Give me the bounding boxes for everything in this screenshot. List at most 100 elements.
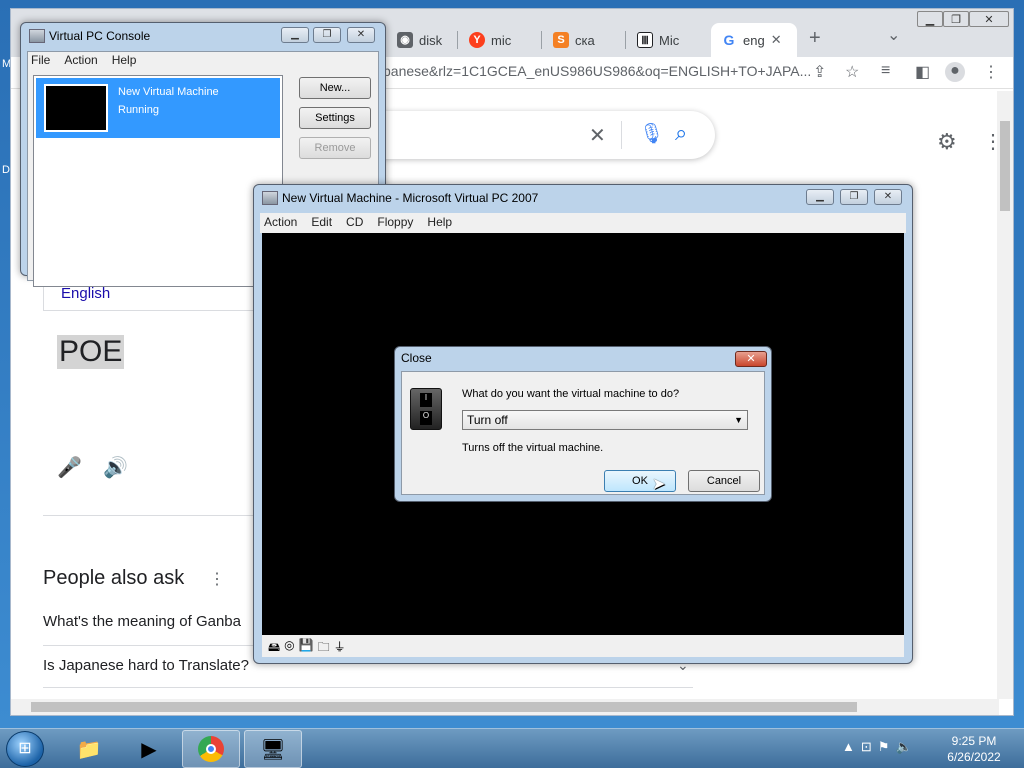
cancel-button[interactable]: Cancel	[688, 470, 760, 492]
share-icon[interactable]: ⇪	[813, 62, 826, 82]
tab-label: Mic	[659, 32, 680, 48]
floppy-icon[interactable]: 💾	[299, 638, 314, 654]
vm-status: Running	[118, 104, 159, 116]
shared-folder-icon[interactable]: 🗀	[318, 638, 330, 654]
voice-search-icon[interactable]: 🎙	[639, 121, 664, 146]
vm-thumbnail	[44, 84, 108, 132]
question-item[interactable]: Is Japanese hard to Translate?	[43, 657, 249, 674]
menu-icon[interactable]: ⋮	[983, 62, 999, 82]
menu-action[interactable]: Action	[64, 53, 97, 71]
menu-floppy[interactable]: Floppy	[377, 215, 413, 233]
menu-help[interactable]: Help	[112, 53, 137, 71]
volume-icon[interactable]: 🔈	[895, 739, 911, 755]
close-button[interactable]: ✕	[347, 27, 375, 43]
tab-search-button[interactable]: ⌄	[887, 25, 900, 45]
close-dialog: Close ✕ IO What do you want the virtual …	[394, 346, 772, 502]
vm-status-bar: 🖴 ◎ 💾 🗀 ⏚	[262, 635, 904, 657]
settings-gear-icon[interactable]: ⚙	[937, 129, 957, 155]
cd-icon[interactable]: ◎	[284, 638, 294, 654]
menu-help[interactable]: Help	[427, 215, 452, 233]
window-title: Virtual PC Console	[49, 29, 151, 43]
close-tab-icon[interactable]: ✕	[771, 32, 782, 48]
reading-list-icon[interactable]: ≡	[881, 62, 890, 80]
vm-list-item[interactable]: New Virtual Machine Running	[36, 78, 280, 138]
chrome-taskbar-icon[interactable]	[182, 730, 240, 768]
profile-icon[interactable]: ●	[945, 62, 965, 82]
microphone-icon[interactable]: 🎤	[57, 455, 82, 480]
new-tab-button[interactable]: +	[809, 27, 821, 50]
mouse-cursor-icon: ➤	[652, 476, 666, 493]
globe-icon: ◉	[397, 32, 413, 48]
close-button[interactable]: ✕	[874, 189, 902, 205]
tab-label: disk	[419, 32, 443, 48]
taskbar: ⊞ 📁 ▶ 🖥 ▲ ⊡ ⚑ 🔈 9:25 PM 6/26/2022	[0, 728, 1024, 768]
new-button[interactable]: New...	[299, 77, 371, 99]
minimize-button[interactable]: ▁	[806, 189, 834, 205]
tab-label: eng	[743, 32, 765, 48]
clock-time: 9:25 PM	[951, 734, 997, 748]
chevron-down-icon: ▼	[734, 415, 743, 425]
clock[interactable]: 9:25 PM 6/26/2022	[936, 733, 1012, 765]
question-item[interactable]: What's the meaning of Ganba	[43, 613, 241, 630]
vertical-scrollbar[interactable]	[997, 91, 1013, 699]
hard-disk-icon[interactable]: 🖴	[268, 638, 280, 654]
action-center-icon[interactable]: ⚑	[878, 739, 890, 755]
google-icon: G	[723, 32, 735, 48]
search-icon[interactable]: ⌕	[675, 120, 687, 146]
menu-edit[interactable]: Edit	[311, 215, 332, 233]
virtual-pc-icon	[262, 191, 278, 205]
virtual-pc-taskbar-icon[interactable]: 🖥	[244, 730, 302, 768]
address-bar[interactable]: panese&rlz=1C1GCEA_enUS986US986&oq=ENGLI…	[383, 63, 811, 79]
network-tray-icon[interactable]: ⊡	[861, 739, 872, 755]
clock-date: 6/26/2022	[947, 750, 1001, 764]
speaker-icon[interactable]: 🔊	[103, 455, 128, 480]
show-hidden-icons[interactable]: ▲	[842, 739, 855, 755]
source-language[interactable]: English	[61, 285, 110, 302]
settings-button[interactable]: Settings	[299, 107, 371, 129]
action-select[interactable]: Turn off ▼	[462, 410, 748, 430]
close-window-button[interactable]: ✕	[969, 11, 1009, 27]
dialog-question: What do you want the virtual machine to …	[462, 388, 680, 400]
tab-disk[interactable]: ◉ disk	[387, 23, 452, 57]
tab-label: mic	[491, 32, 512, 48]
tab-mic[interactable]: Ⅲ Mic	[627, 23, 689, 57]
dialog-title: Close	[401, 351, 432, 365]
minimize-button[interactable]: ▁	[917, 11, 943, 27]
tab-google-active[interactable]: Geng ✕	[711, 23, 797, 57]
network-icon[interactable]: ⏚	[334, 638, 346, 654]
tab-stackexchange[interactable]: Sска	[543, 23, 605, 57]
window-title: New Virtual Machine - Microsoft Virtual …	[282, 191, 539, 205]
menu-action[interactable]: Action	[264, 215, 297, 233]
more-options-icon[interactable]: ⋮	[209, 569, 225, 589]
maximize-button[interactable]: ❐	[943, 11, 969, 27]
action-select-value: Turn off	[467, 413, 508, 427]
remove-button: Remove	[299, 137, 371, 159]
translated-text: POE	[57, 335, 125, 369]
tab-yandex[interactable]: Ymic	[459, 23, 521, 57]
close-dialog-button[interactable]: ✕	[735, 351, 767, 367]
vm-list: New Virtual Machine Running	[33, 75, 283, 287]
media-player-taskbar-icon[interactable]: ▶	[120, 730, 178, 768]
minimize-button[interactable]: ▁	[281, 27, 309, 43]
side-panel-icon[interactable]: ◧	[915, 62, 930, 82]
maximize-button[interactable]: ❐	[313, 27, 341, 43]
yandex-icon: Y	[469, 32, 485, 48]
action-description: Turns off the virtual machine.	[462, 442, 604, 454]
power-switch-icon: IO	[410, 388, 442, 430]
people-also-ask-heading: People also ask	[43, 567, 185, 589]
system-tray: ▲ ⊡ ⚑ 🔈	[842, 739, 912, 755]
clear-search-icon[interactable]: ✕	[589, 123, 606, 148]
menu-file[interactable]: File	[31, 53, 50, 71]
explorer-taskbar-icon[interactable]: 📁	[60, 730, 118, 768]
vm-name: New Virtual Machine	[118, 86, 219, 98]
stackexchange-icon: S	[553, 32, 569, 48]
star-icon[interactable]: ☆	[845, 62, 859, 82]
virtual-pc-icon	[29, 29, 45, 43]
start-button[interactable]: ⊞	[6, 731, 44, 767]
desktop-label: D	[2, 164, 10, 176]
maximize-button[interactable]: ❐	[840, 189, 868, 205]
menu-cd[interactable]: CD	[346, 215, 363, 233]
horizontal-scrollbar[interactable]	[11, 699, 999, 715]
building-icon: Ⅲ	[637, 32, 653, 48]
tab-label: ска	[575, 32, 595, 48]
